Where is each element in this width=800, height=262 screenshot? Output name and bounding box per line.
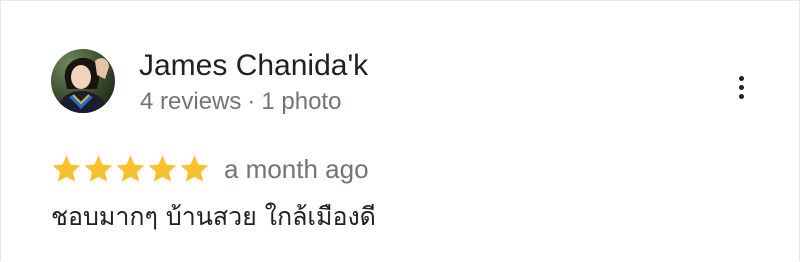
- star-icon: [51, 154, 82, 184]
- meta-separator: ·: [247, 88, 256, 115]
- review-time: a month ago: [224, 154, 369, 184]
- avatar-photo: [51, 49, 115, 113]
- star-icon: [115, 154, 146, 184]
- more-vert-icon: [738, 75, 744, 81]
- review-card: James Chanida'k 4 reviews · 1 photo a mont…: [0, 0, 800, 261]
- star-rating: [51, 154, 210, 184]
- star-icon: [147, 154, 178, 184]
- more-options-button[interactable]: [725, 69, 757, 105]
- reviews-count: 4 reviews: [140, 88, 242, 115]
- reviewer-meta: 4 reviews · 1 photo: [140, 87, 341, 117]
- star-icon: [83, 154, 114, 184]
- more-vert-icon-dot: [738, 93, 744, 99]
- reviewer-name[interactable]: James Chanida'k: [139, 48, 368, 84]
- photos-count: 1 photo: [261, 88, 342, 115]
- star-icon: [179, 154, 210, 184]
- rating-row: a month ago: [51, 151, 369, 187]
- review-text: ชอบมากๆ บ้านสวย ใกล้เมืองดี: [51, 202, 376, 231]
- more-vert-icon-dot: [738, 84, 744, 90]
- reviewer-avatar[interactable]: [51, 49, 115, 113]
